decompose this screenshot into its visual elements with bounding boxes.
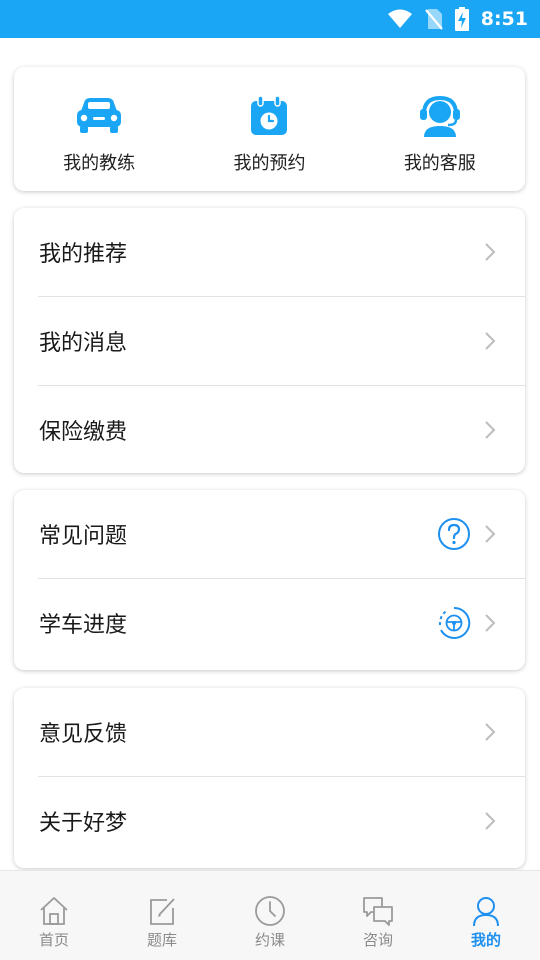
status-icons: 8:51 bbox=[387, 0, 528, 38]
menu-group-about: 意见反馈 关于好梦 bbox=[14, 688, 525, 868]
car-icon bbox=[77, 98, 122, 133]
chevron-right-icon bbox=[485, 332, 496, 350]
tab-label: 约课 bbox=[254, 931, 285, 949]
menu-item-about[interactable]: 关于好梦 bbox=[14, 777, 525, 865]
steering-wheel-progress-icon bbox=[438, 606, 471, 639]
my-coach-label: 我的教练 bbox=[63, 153, 136, 174]
tab-home[interactable]: 首页 bbox=[0, 871, 108, 960]
tab-label: 我的 bbox=[470, 931, 501, 949]
menu-item-label: 常见问题 bbox=[39, 524, 128, 549]
wifi-icon bbox=[387, 9, 412, 28]
my-booking-label: 我的预约 bbox=[233, 153, 306, 174]
home-icon bbox=[40, 897, 68, 925]
chevron-right-icon bbox=[485, 243, 496, 261]
tab-label: 题库 bbox=[146, 931, 177, 949]
tab-book-lesson[interactable]: 约课 bbox=[216, 871, 324, 960]
customer-service-icon bbox=[419, 95, 460, 137]
question-circle-icon bbox=[438, 518, 470, 550]
menu-item-learning-progress[interactable]: 学车进度 bbox=[14, 579, 525, 667]
chevron-right-icon bbox=[485, 614, 496, 632]
menu-group-account: 我的推荐 我的消息 保险缴费 bbox=[14, 208, 525, 473]
menu-item-my-messages[interactable]: 我的消息 bbox=[14, 297, 525, 385]
no-sim-icon bbox=[424, 9, 443, 30]
menu-item-label: 学车进度 bbox=[39, 613, 128, 638]
tab-question-bank[interactable]: 题库 bbox=[108, 871, 216, 960]
tab-label: 咨询 bbox=[362, 931, 393, 949]
tab-consult[interactable]: 咨询 bbox=[324, 871, 432, 960]
status-bar: 8:51 bbox=[0, 0, 540, 38]
tab-label: 首页 bbox=[38, 931, 69, 949]
chevron-right-icon bbox=[485, 525, 496, 543]
my-service-label: 我的客服 bbox=[403, 153, 476, 174]
menu-group-learning: 常见问题 学车进度 bbox=[14, 490, 525, 670]
calendar-clock-icon bbox=[251, 95, 288, 135]
clock-icon bbox=[255, 896, 285, 926]
bottom-tab-bar: 首页 题库 约课 咨询 我的 bbox=[0, 870, 540, 960]
chat-icon bbox=[363, 897, 393, 926]
tab-mine[interactable]: 我的 bbox=[432, 871, 540, 960]
my-booking-button[interactable]: 我的预约 bbox=[184, 67, 354, 191]
edit-icon bbox=[150, 898, 175, 925]
profile-content: 我的教练 我的预约 我的客服 我的推荐 我的消息 保险缴费 常见问题 学车进度 … bbox=[0, 38, 540, 870]
chevron-right-icon bbox=[485, 812, 496, 830]
menu-item-label: 意见反馈 bbox=[39, 722, 128, 747]
quick-actions-card: 我的教练 我的预约 我的客服 bbox=[14, 67, 525, 191]
menu-item-label: 保险缴费 bbox=[39, 420, 128, 445]
menu-item-my-recommendations[interactable]: 我的推荐 bbox=[14, 208, 525, 296]
menu-item-label: 我的消息 bbox=[39, 331, 128, 356]
user-icon bbox=[473, 897, 499, 927]
chevron-right-icon bbox=[485, 723, 496, 741]
menu-item-feedback[interactable]: 意见反馈 bbox=[14, 688, 525, 776]
my-service-button[interactable]: 我的客服 bbox=[355, 67, 525, 191]
menu-item-label: 关于好梦 bbox=[39, 811, 128, 836]
battery-charging-icon bbox=[454, 7, 469, 31]
menu-item-insurance-payment[interactable]: 保险缴费 bbox=[14, 386, 525, 473]
status-time: 8:51 bbox=[480, 8, 528, 30]
chevron-right-icon bbox=[485, 421, 496, 439]
menu-item-faq[interactable]: 常见问题 bbox=[14, 490, 525, 578]
menu-item-label: 我的推荐 bbox=[39, 242, 128, 267]
my-coach-button[interactable]: 我的教练 bbox=[14, 67, 184, 191]
